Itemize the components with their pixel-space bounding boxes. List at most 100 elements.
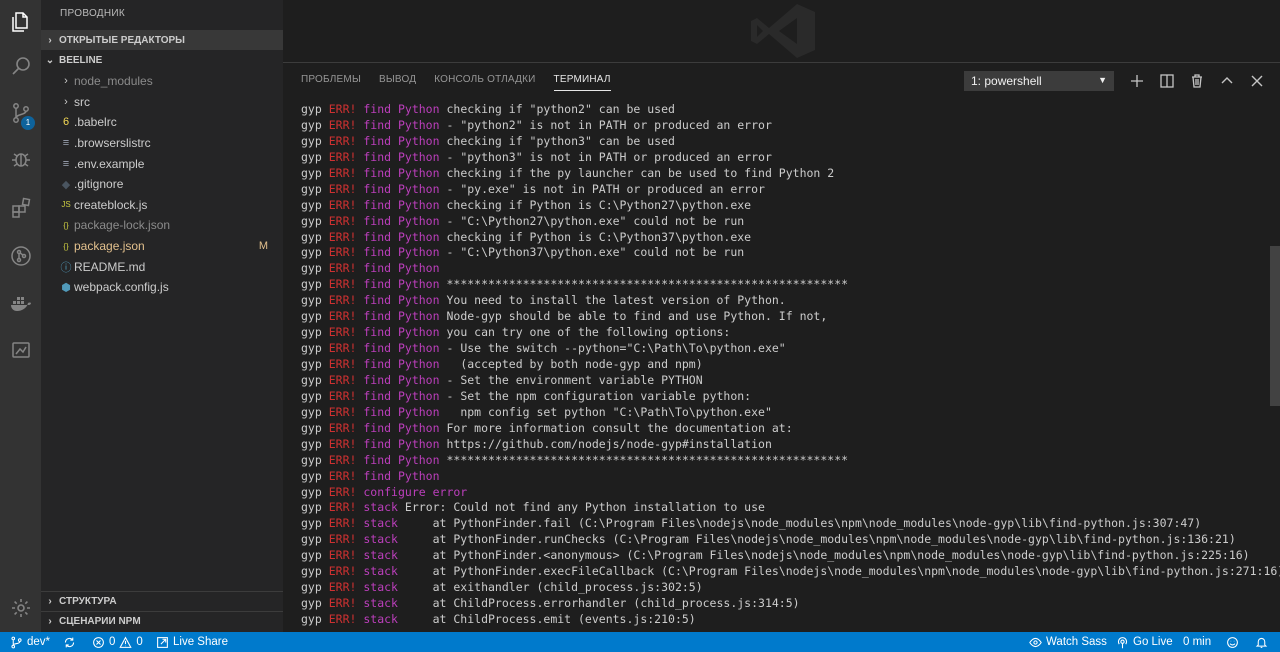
terminal-message: https://github.com/nodejs/node-gyp#insta… bbox=[446, 436, 772, 451]
terminal-err: ERR! bbox=[328, 229, 357, 244]
file-tree-item[interactable]: JS createblock.js bbox=[41, 195, 283, 216]
file-name: createblock.js bbox=[74, 197, 148, 212]
project-section[interactable]: ⌄ BEELINE bbox=[41, 50, 283, 70]
branch-indicator[interactable]: dev* bbox=[10, 632, 50, 652]
source-control-icon[interactable]: 1 bbox=[0, 91, 41, 135]
file-tree-item[interactable]: ◆ .gitignore bbox=[41, 174, 283, 195]
trash-icon bbox=[1192, 74, 1202, 88]
file-name: .babelrc bbox=[74, 115, 117, 130]
go-live-button[interactable]: Go Live bbox=[1116, 632, 1173, 652]
file-tree-item[interactable]: ≡ .browserslistrc bbox=[41, 133, 283, 154]
debug-icon[interactable] bbox=[0, 137, 41, 181]
terminal-gyp: gyp bbox=[301, 245, 322, 260]
status-bar: dev* 0 0 Live Share Watch Sass Go Live 0… bbox=[0, 632, 1280, 652]
terminal-gyp: gyp bbox=[301, 325, 322, 340]
split-terminal-button[interactable] bbox=[1156, 71, 1178, 91]
file-tree-item[interactable]: ⬢ webpack.config.js bbox=[41, 277, 283, 298]
terminal-message: checking if Python is C:\Python27\python… bbox=[446, 197, 752, 212]
terminal-err: ERR! bbox=[328, 181, 357, 196]
terminal-message: - Set the environment variable PYTHON bbox=[446, 372, 703, 387]
terminal-cat: find Python bbox=[363, 181, 440, 196]
terminal-message: Error: Could not find any Python install… bbox=[404, 500, 765, 515]
outline-section[interactable]: › СТРУКТУРА bbox=[41, 591, 283, 611]
watch-sass-button[interactable]: Watch Sass bbox=[1029, 632, 1107, 652]
terminal-cat: find Python bbox=[363, 213, 440, 228]
panel-tab[interactable]: ВЫВОД bbox=[379, 74, 416, 91]
file-tree-item[interactable]: › node_modules bbox=[41, 71, 283, 92]
notifications-button[interactable] bbox=[1255, 632, 1268, 652]
watch-sass-label: Watch Sass bbox=[1046, 636, 1107, 648]
babel-icon: 6 bbox=[62, 116, 70, 129]
git-file-icon: ◆ bbox=[61, 178, 71, 191]
terminal-cat: find Python bbox=[363, 133, 440, 148]
terminal-select[interactable]: 1: powershell ▼ bbox=[964, 71, 1114, 91]
terminal-err: ERR! bbox=[328, 468, 357, 483]
panel-tabs: ПРОБЛЕМЫ ВЫВОД КОНСОЛЬ ОТЛАДКИ ТЕРМИНАЛ bbox=[301, 74, 611, 91]
terminal-line: gyp ERR! stack Error: Could not find any… bbox=[301, 500, 1261, 516]
file-tree-item[interactable]: 6 .babelrc bbox=[41, 112, 283, 133]
terminal-cat: find Python bbox=[363, 388, 440, 403]
sync-button[interactable] bbox=[63, 632, 76, 652]
terminal-err: ERR! bbox=[328, 309, 357, 324]
git-graph-icon[interactable] bbox=[0, 234, 41, 278]
terminal-message: ****************************************… bbox=[446, 452, 849, 467]
file-tree-item[interactable]: {} package-lock.json bbox=[41, 215, 283, 236]
terminal-scrollbar[interactable] bbox=[1270, 246, 1280, 406]
webpack-icon: ⬢ bbox=[61, 281, 71, 294]
terminal-gyp: gyp bbox=[301, 277, 322, 292]
file-tree-item[interactable]: ⓘ README.md bbox=[41, 256, 283, 277]
terminal-cat: configure error bbox=[363, 484, 468, 499]
time-value: 0 min bbox=[1183, 636, 1212, 648]
terminal-gyp: gyp bbox=[301, 468, 322, 483]
terminal-gyp: gyp bbox=[301, 357, 322, 371]
terminal-message: npm config set python "C:\Path\To\python… bbox=[446, 404, 772, 419]
new-terminal-button[interactable] bbox=[1126, 71, 1148, 91]
terminal-line: gyp ERR! find Python you can try one of … bbox=[301, 325, 1261, 341]
npm-scripts-section[interactable]: › СЦЕНАРИИ NPM bbox=[41, 611, 283, 631]
terminal-err: ERR! bbox=[328, 245, 357, 260]
feedback-button[interactable] bbox=[1226, 632, 1239, 652]
terminal-cat: stack bbox=[363, 500, 398, 515]
terminal-err: ERR! bbox=[328, 596, 357, 611]
terminal-line: gyp ERR! stack at PythonFinder.execFileC… bbox=[301, 564, 1280, 580]
remote-explorer-icon[interactable] bbox=[0, 328, 41, 372]
terminal-output[interactable]: gyp ERR! find Python checking if "python… bbox=[301, 102, 1280, 628]
terminal-line: gyp ERR! find Python checking if Python … bbox=[301, 230, 1261, 246]
search-icon[interactable] bbox=[0, 44, 41, 88]
terminal-select-value: 1: powershell bbox=[971, 74, 1042, 88]
terminal-cat: find Python bbox=[363, 102, 440, 116]
project-label: BEELINE bbox=[59, 54, 103, 66]
panel-tab[interactable]: ТЕРМИНАЛ bbox=[553, 74, 611, 91]
panel-tab[interactable]: КОНСОЛЬ ОТЛАДКИ bbox=[434, 74, 535, 91]
terminal-err: ERR! bbox=[328, 484, 357, 499]
terminal-gyp: gyp bbox=[301, 612, 322, 626]
problems-indicator[interactable]: 0 0 bbox=[92, 632, 143, 652]
extensions-icon[interactable] bbox=[0, 186, 41, 230]
settings-gear-icon[interactable] bbox=[0, 586, 41, 630]
live-share-button[interactable]: Live Share bbox=[156, 632, 228, 652]
terminal-cat: stack bbox=[363, 516, 398, 531]
js-file-icon: JS bbox=[61, 200, 71, 210]
explorer-icon[interactable] bbox=[0, 0, 41, 44]
terminal-message: For more information consult the documen… bbox=[446, 420, 793, 435]
terminal-cat: find Python bbox=[363, 261, 440, 276]
kill-terminal-button[interactable] bbox=[1186, 71, 1208, 91]
time-tracker[interactable]: 0 min bbox=[1183, 632, 1211, 652]
terminal-message: checking if Python is C:\Python37\python… bbox=[446, 229, 752, 244]
terminal-message: at ChildProcess.emit (events.js:210:5) bbox=[404, 612, 696, 626]
panel-tab[interactable]: ПРОБЛЕМЫ bbox=[301, 74, 361, 91]
explorer-sidebar: ПРОВОДНИК › ОТКРЫТЫЕ РЕДАКТОРЫ ⌄ BEELINE… bbox=[41, 0, 283, 632]
open-editors-section[interactable]: › ОТКРЫТЫЕ РЕДАКТОРЫ bbox=[41, 30, 283, 50]
terminal-err: ERR! bbox=[328, 117, 357, 132]
file-tree-item[interactable]: ≡ .env.example bbox=[41, 153, 283, 174]
terminal-cat: stack bbox=[363, 548, 398, 563]
file-tree-item[interactable]: {} package.json M bbox=[41, 236, 283, 257]
docker-icon[interactable] bbox=[0, 281, 41, 325]
chevron-down-icon: ⌄ bbox=[45, 54, 55, 66]
terminal-err: ERR! bbox=[328, 149, 357, 164]
file-tree-item[interactable]: › src bbox=[41, 92, 283, 113]
chevron-right-icon: › bbox=[64, 95, 68, 108]
terminal-err: ERR! bbox=[328, 436, 357, 451]
close-panel-button[interactable] bbox=[1246, 71, 1268, 91]
maximize-panel-button[interactable] bbox=[1216, 71, 1238, 91]
